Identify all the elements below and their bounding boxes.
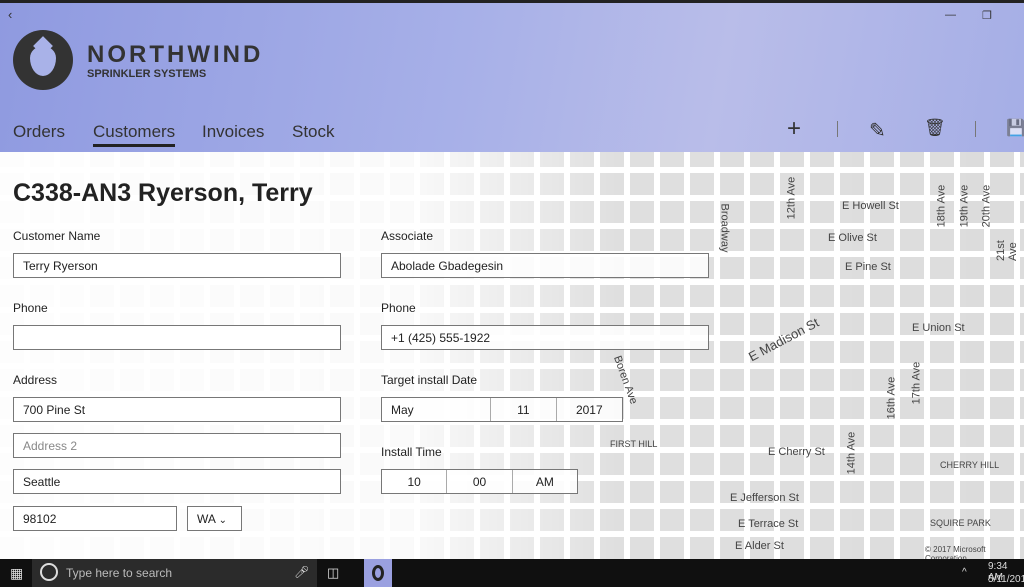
associate-phone-input[interactable]: +1 (425) 555-1922	[381, 325, 709, 350]
task-view-icon[interactable]: ◫	[327, 565, 339, 581]
search-placeholder: Type here to search	[66, 566, 173, 580]
page-title: C338-AN3 Ryerson, Terry	[13, 179, 313, 207]
edit-button[interactable]: ✎	[869, 118, 886, 143]
map-label: E Olive St	[828, 232, 877, 244]
install-date-label: Target install Date	[381, 373, 478, 387]
chevron-down-icon: ⌄	[218, 515, 227, 526]
address1-input[interactable]: 700 Pine St	[13, 397, 341, 422]
map-label: E Alder St	[735, 540, 784, 552]
app-header: ‹ — ❐ NORTHWIND SPRINKLER SYSTEMS Orders…	[0, 0, 1024, 152]
associate-input[interactable]: Abolade Gbadegesin	[381, 253, 709, 278]
divider	[837, 121, 838, 137]
map-label: E Howell St	[842, 200, 899, 212]
microphone-icon[interactable]: 🎤︎	[294, 565, 309, 579]
map-label: Broadway	[718, 203, 731, 253]
taskbar-search[interactable]: Type here to search 🎤︎	[32, 559, 317, 587]
clock-date[interactable]: 5/11/2017	[988, 574, 1024, 585]
zip-input[interactable]: 98102	[13, 506, 177, 531]
install-date-picker[interactable]: May 11 2017	[381, 397, 623, 422]
tab-customers[interactable]: Customers	[93, 122, 176, 147]
associate-phone-label: Phone	[381, 301, 416, 315]
ampm-field[interactable]: AM	[513, 470, 577, 493]
map-label: 17th Ave	[910, 361, 923, 405]
state-select[interactable]: WA ⌄	[187, 506, 242, 531]
address2-input[interactable]: Address 2	[13, 433, 341, 458]
address-label: Address	[13, 373, 58, 387]
install-time-label: Install Time	[381, 445, 442, 459]
map-copyright: © 2017 Microsoft Corporation	[925, 545, 986, 559]
associate-label: Associate	[381, 229, 434, 243]
map-label: SQUIRE PARK	[930, 518, 991, 528]
hour-field[interactable]: 10	[382, 470, 448, 493]
add-button[interactable]: +	[787, 115, 801, 143]
month-field[interactable]: May	[382, 398, 492, 421]
map-label: E Cherry St	[768, 446, 825, 458]
map-label: 21st Ave	[995, 240, 1019, 261]
map-label: 14th Ave	[845, 431, 858, 475]
tab-invoices[interactable]: Invoices	[202, 122, 264, 142]
phone-input[interactable]	[13, 325, 341, 350]
map-label: E Jefferson St	[730, 492, 799, 504]
save-button[interactable]: 💾	[1006, 118, 1024, 138]
day-field[interactable]: 11	[491, 398, 557, 421]
customer-name-input[interactable]: Terry Ryerson	[13, 253, 341, 278]
minimize-button[interactable]: —	[945, 9, 956, 21]
windows-start-icon[interactable]: ▦	[10, 565, 23, 582]
northwind-app-icon[interactable]	[364, 559, 392, 587]
divider	[975, 121, 976, 137]
minute-field[interactable]: 00	[447, 470, 513, 493]
map-label: 16th Ave	[885, 376, 898, 420]
brand-tagline: SPRINKLER SYSTEMS	[87, 68, 207, 80]
droplet-logo-icon	[13, 30, 73, 90]
map-label: 18th Ave	[935, 184, 948, 228]
chevron-up-icon[interactable]: ^	[962, 567, 967, 578]
customer-detail: E Howell St E Olive St E Pine St E Madis…	[0, 152, 1024, 559]
cortana-icon	[40, 563, 58, 581]
map-label: E Pine St	[845, 261, 891, 273]
map-label: FIRST HILL	[610, 439, 658, 449]
city-input[interactable]: Seattle	[13, 469, 341, 494]
map-label: 20th Ave	[980, 184, 993, 228]
install-time-picker[interactable]: 10 00 AM	[381, 469, 578, 494]
delete-button[interactable]: 🗑	[924, 118, 946, 138]
map-label: 12th Ave	[785, 176, 798, 220]
map-label: CHERRY HILL	[940, 460, 1000, 470]
phone-label: Phone	[13, 301, 48, 315]
map-label: E Terrace St	[738, 518, 799, 530]
customer-name-label: Customer Name	[13, 229, 101, 243]
taskbar: ▦ Type here to search 🎤︎ ◫ ^ 9:34 AM 5/1…	[0, 559, 1024, 587]
map-label: E Union St	[912, 322, 965, 334]
brand-name: NORTHWIND	[87, 41, 264, 68]
tab-orders[interactable]: Orders	[13, 122, 65, 142]
year-field[interactable]: 2017	[557, 398, 622, 421]
state-value: WA	[197, 512, 216, 526]
map-label: 19th Ave	[958, 184, 971, 228]
map-background[interactable]	[0, 152, 1024, 559]
back-button[interactable]: ‹	[8, 7, 12, 22]
tab-stock[interactable]: Stock	[292, 122, 335, 142]
restore-button[interactable]: ❐	[982, 9, 992, 22]
